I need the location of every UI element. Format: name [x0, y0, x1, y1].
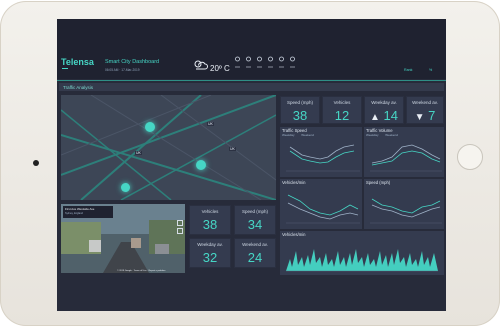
sun-icon [279, 56, 284, 68]
temperature: 20º C [210, 64, 230, 73]
kpi-value-number: 7 [428, 108, 436, 123]
down-arrow-icon: ▼ [414, 112, 425, 123]
tablet-frame: Telensa Smart City Dashboard 06:05 AM · … [0, 1, 500, 326]
front-camera [33, 160, 39, 166]
map-marker-2[interactable] [196, 160, 206, 170]
kpi-value: ▲ 14 [365, 108, 403, 123]
kpi-value: ▼ 7 [407, 108, 443, 123]
kpi-value: 38 [292, 108, 308, 123]
kpi-value: 38 [202, 217, 218, 232]
street-view-caption-sub: Sydney, England [65, 212, 83, 215]
map-marker-1[interactable] [145, 122, 155, 132]
kpi-tile-speed: Speed (mph) 34 [234, 205, 276, 235]
section-header [59, 83, 444, 91]
street-view[interactable]: First Ave Westside Ave Sydney, England ©… [61, 204, 185, 273]
map-label-3: UK [229, 147, 236, 151]
kpi-label: Speed (mph) [286, 100, 313, 105]
zoom-out-button[interactable] [177, 228, 183, 234]
dashboard-subtitle: 06:05 AM · 17-Mar-2019 [105, 68, 140, 72]
sun-icon [246, 56, 251, 68]
street-view-caption-title: First Ave Westside Ave [65, 207, 95, 211]
kpi-label: Weekday av. [371, 100, 397, 105]
traffic-speed-chart[interactable]: Traffic Speed Weekday Weekend [280, 127, 362, 177]
map-label-1: UK [207, 122, 214, 126]
traffic-speed-lines [286, 144, 360, 172]
kpi-label: Vehicles [201, 209, 219, 214]
map-label-2: UK [135, 151, 142, 155]
kpi-label: Weekend av. [242, 242, 268, 247]
kpi-tile-weekend: Weekend av. 24 [234, 238, 276, 268]
traffic-map[interactable]: UK UK UK [61, 95, 276, 200]
map-roads [61, 95, 276, 200]
kpi-label: Weekend av. [412, 100, 438, 105]
kpi-tile-weekday-top: Weekday av. ▲ 14 [364, 96, 404, 124]
kpi-tile-speed-mph: Speed (mph) 38 [280, 96, 320, 124]
sun-icon [290, 56, 295, 68]
kpi-value: 12 [334, 108, 350, 123]
speed-mph-chart[interactable]: Speed (mph) [364, 179, 444, 229]
partly-cloudy-icon [194, 60, 208, 70]
up-arrow-icon: ▲ [370, 112, 380, 123]
speed-mph-lines [370, 198, 442, 224]
kpi-tile-weekday: Weekday av. 32 [189, 238, 231, 268]
section-title: Traffic Analysis [63, 85, 94, 90]
kpi-value: 24 [247, 250, 263, 265]
kpi-label: Vehicles [333, 100, 351, 105]
vehicles-per-min-chart[interactable]: Vehicles/min [280, 179, 362, 229]
vehicles-per-min-area-chart[interactable]: Vehicles/min [280, 231, 444, 275]
sun-icon [257, 56, 262, 68]
brand-logo: Telensa [61, 57, 94, 67]
kpi-label: Speed (mph) [241, 209, 268, 214]
map-marker-3[interactable] [121, 183, 130, 192]
traffic-volume-chart[interactable]: Traffic Volume Weekday Weekend [364, 127, 444, 177]
dashboard-title: Smart City Dashboard [105, 59, 160, 65]
brand-underline [62, 68, 68, 69]
kpi-tile-weekend-top: Weekend av. ▼ 7 [406, 96, 444, 124]
kpi-value-number: 14 [383, 108, 398, 123]
sun-icon [268, 56, 273, 68]
kpi-tile-vehicles: Vehicles 38 [189, 205, 231, 235]
dashboard-screen: Telensa Smart City Dashboard 06:05 AM · … [57, 19, 446, 311]
vehicles-per-min-lines [286, 194, 360, 224]
percent-label: % [429, 68, 433, 72]
home-button[interactable] [457, 144, 483, 170]
rank-label: Rank [404, 68, 413, 72]
street-view-footer: © 2019 Google · Terms of Use · Report a … [117, 270, 166, 272]
forecast-strip [233, 55, 297, 69]
kpi-value: 34 [247, 217, 263, 232]
kpi-label: Weekday av. [197, 242, 223, 247]
header-separator [57, 80, 446, 81]
sun-icon [235, 56, 240, 68]
street-view-caption: First Ave Westside Ave Sydney, England [63, 206, 113, 218]
kpi-tile-vehicles-top: Vehicles 12 [322, 96, 362, 124]
vehicles-per-min-area [286, 249, 438, 272]
traffic-volume-lines [370, 144, 442, 172]
zoom-in-button[interactable] [177, 220, 183, 226]
kpi-value: 32 [202, 250, 218, 265]
